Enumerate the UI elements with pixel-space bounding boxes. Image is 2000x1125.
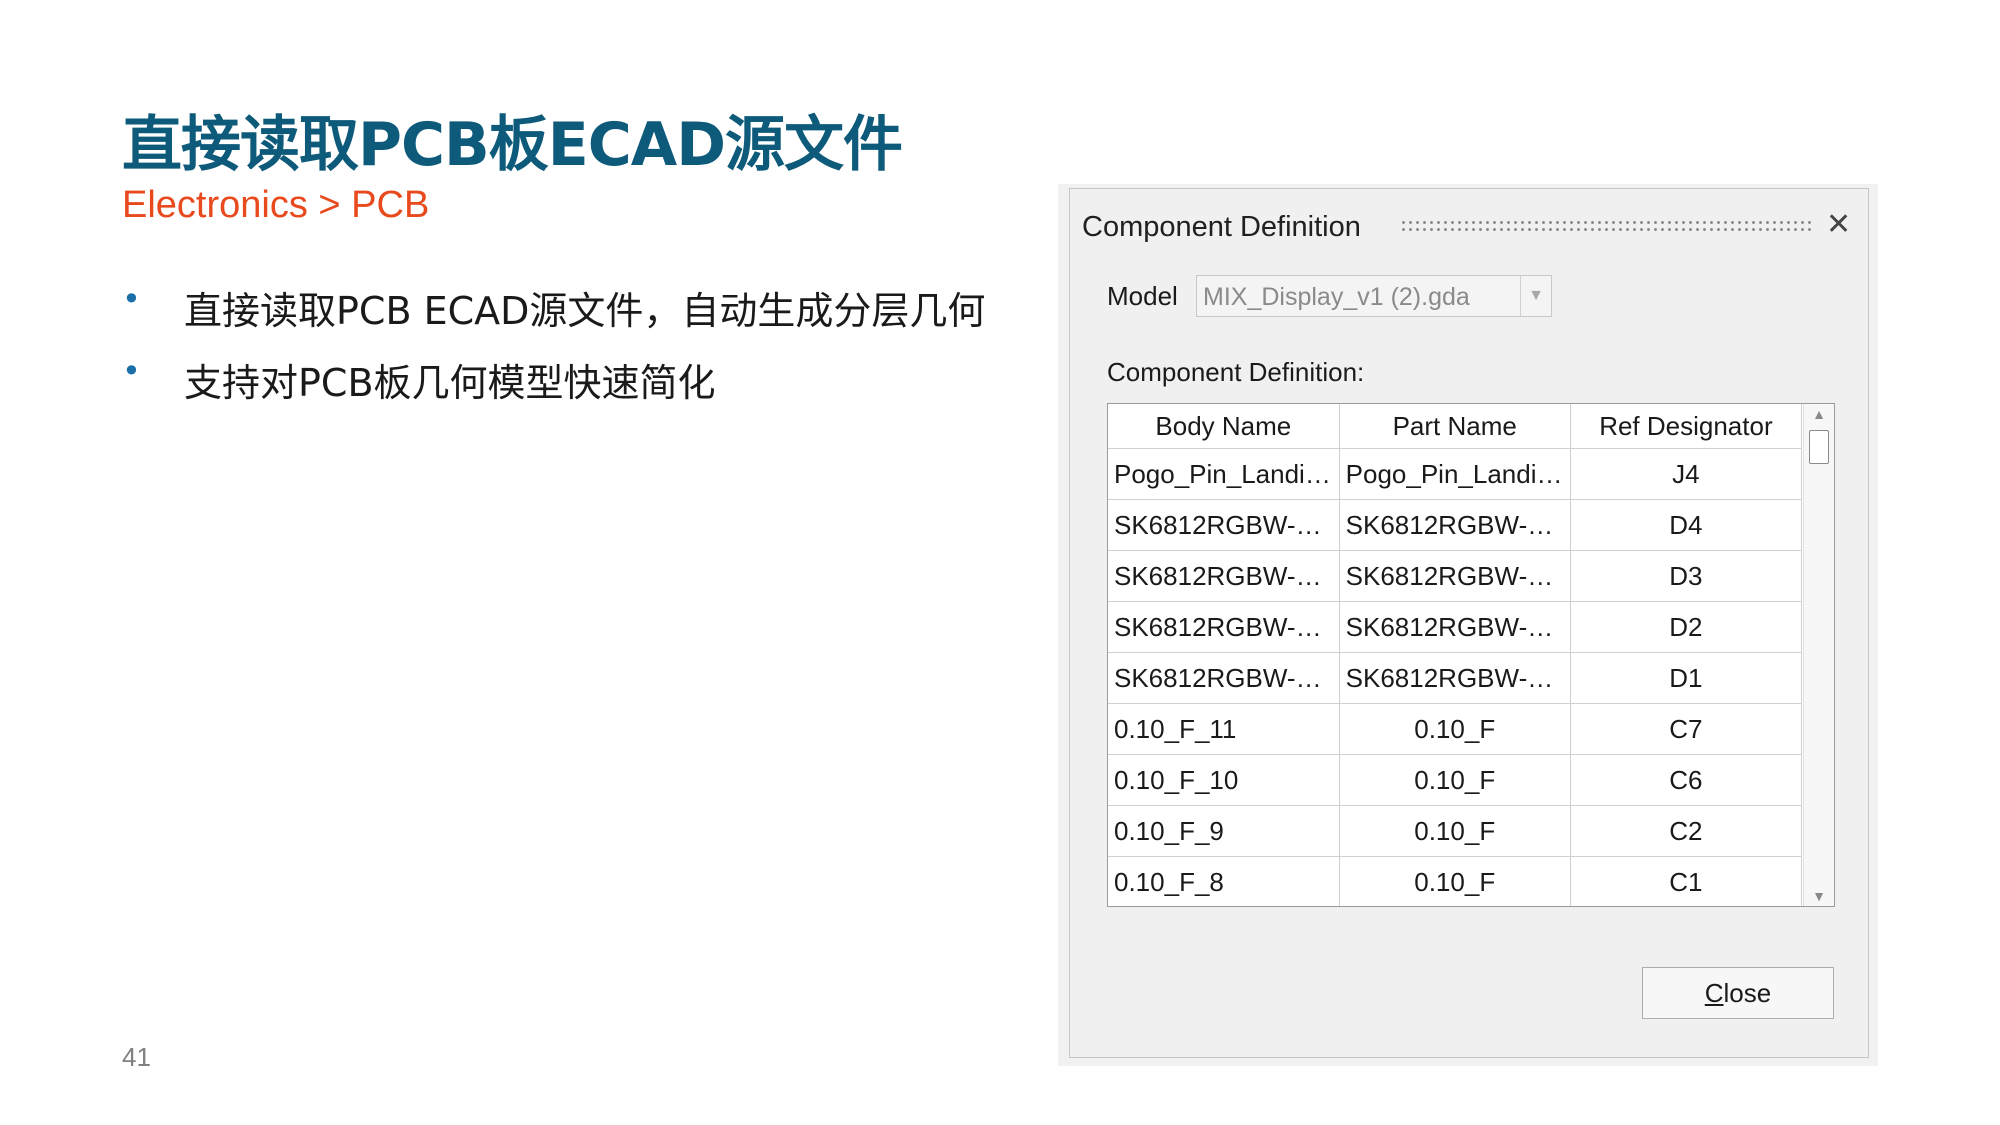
body-name-cell: 0.10_F_11 [1108, 703, 1340, 755]
close-button-label: lose [1723, 978, 1772, 1008]
model-label: Model [1107, 281, 1178, 311]
bullet-icon: • [122, 280, 141, 318]
ref-designator-cell: C7 [1570, 703, 1803, 755]
ref-designator-cell: C2 [1570, 805, 1803, 857]
ref-designator-cell: D3 [1570, 550, 1803, 602]
part-name-cell: 0.10_F [1339, 754, 1571, 806]
table-row[interactable]: 0.10_F_11 0.10_F C7 [1108, 703, 1803, 755]
table-row[interactable]: SK6812RGBW-… SK6812RGBW-… D1 [1108, 652, 1803, 704]
table-row[interactable]: 0.10_F_10 0.10_F C6 [1108, 754, 1803, 806]
table-row[interactable]: SK6812RGBW-… SK6812RGBW-… D4 [1108, 499, 1803, 551]
part-name-cell: SK6812RGBW-… [1339, 550, 1571, 602]
body-name-cell: SK6812RGBW-… [1108, 550, 1340, 602]
table-header-row: Body Name Part Name Ref Designator [1108, 404, 1803, 449]
column-header-part-name[interactable]: Part Name [1339, 404, 1571, 449]
page-number: 41 [122, 1042, 151, 1072]
slide-title: 直接读取PCB板ECAD源文件 [122, 110, 903, 180]
model-value: MIX_Display_v1 (2).gda [1203, 283, 1470, 311]
scroll-up-icon[interactable]: ▲ [1804, 406, 1834, 422]
scroll-down-icon[interactable]: ▼ [1804, 888, 1834, 904]
bullet-text: 支持对PCB板几何模型快速简化 [184, 361, 716, 405]
close-icon[interactable]: ✕ [1826, 207, 1851, 242]
column-header-body-name[interactable]: Body Name [1108, 404, 1340, 449]
ref-designator-cell: D1 [1570, 652, 1803, 704]
body-name-cell: SK6812RGBW-… [1108, 652, 1340, 704]
body-name-cell: Pogo_Pin_Landi… [1108, 448, 1340, 500]
body-name-cell: 0.10_F_10 [1108, 754, 1340, 806]
ref-designator-cell: D2 [1570, 601, 1803, 653]
bullet-item: • 直接读取PCB ECAD源文件，自动生成分层几何 [122, 280, 985, 352]
close-button[interactable]: Close [1642, 967, 1834, 1019]
part-name-cell: 0.10_F [1339, 703, 1571, 755]
bullet-icon: • [122, 352, 141, 390]
close-button-mnemonic: C [1704, 978, 1724, 1008]
bullet-item: • 支持对PCB板几何模型快速简化 [122, 352, 985, 424]
part-name-cell: Pogo_Pin_Landi… [1339, 448, 1571, 500]
part-name-cell: 0.10_F [1339, 805, 1571, 857]
table-row[interactable]: Pogo_Pin_Landi… Pogo_Pin_Landi… J4 [1108, 448, 1803, 500]
table-row[interactable]: 0.10_F_8 0.10_F C1 [1108, 856, 1803, 906]
scroll-thumb[interactable] [1809, 430, 1829, 464]
part-name-cell: SK6812RGBW-… [1339, 499, 1571, 551]
dialog-title: Component Definition [1082, 211, 1361, 243]
ref-designator-cell: D4 [1570, 499, 1803, 551]
chevron-down-icon[interactable]: ▼ [1520, 276, 1551, 316]
part-name-cell: 0.10_F [1339, 856, 1571, 906]
bullet-text: 直接读取PCB ECAD源文件，自动生成分层几何 [184, 289, 986, 333]
table-label: Component Definition: [1107, 357, 1365, 387]
ref-designator-cell: C1 [1570, 856, 1803, 906]
body-name-cell: 0.10_F_9 [1108, 805, 1340, 857]
table-scrollbar[interactable]: ▲ ▼ [1803, 404, 1834, 906]
body-name-cell: SK6812RGBW-… [1108, 499, 1340, 551]
slide-subtitle: Electronics > PCB [122, 184, 430, 226]
model-select[interactable]: MIX_Display_v1 (2).gda ▼ [1196, 275, 1552, 317]
part-name-cell: SK6812RGBW-… [1339, 601, 1571, 653]
body-name-cell: 0.10_F_8 [1108, 856, 1340, 906]
part-name-cell: SK6812RGBW-… [1339, 652, 1571, 704]
body-name-cell: SK6812RGBW-… [1108, 601, 1340, 653]
ref-designator-cell: J4 [1570, 448, 1803, 500]
ref-designator-cell: C6 [1570, 754, 1803, 806]
bullet-list: • 直接读取PCB ECAD源文件，自动生成分层几何 • 支持对PCB板几何模型… [122, 280, 985, 424]
component-definition-dialog: Component Definition ✕ Model MIX_Display… [1069, 188, 1869, 1058]
dialog-drag-handle[interactable] [1400, 219, 1815, 235]
table-row[interactable]: SK6812RGBW-… SK6812RGBW-… D2 [1108, 601, 1803, 653]
table-row[interactable]: SK6812RGBW-… SK6812RGBW-… D3 [1108, 550, 1803, 602]
table-row[interactable]: 0.10_F_9 0.10_F C2 [1108, 805, 1803, 857]
component-table: Body Name Part Name Ref Designator Pogo_… [1107, 403, 1835, 907]
column-header-ref-designator[interactable]: Ref Designator [1570, 404, 1803, 449]
